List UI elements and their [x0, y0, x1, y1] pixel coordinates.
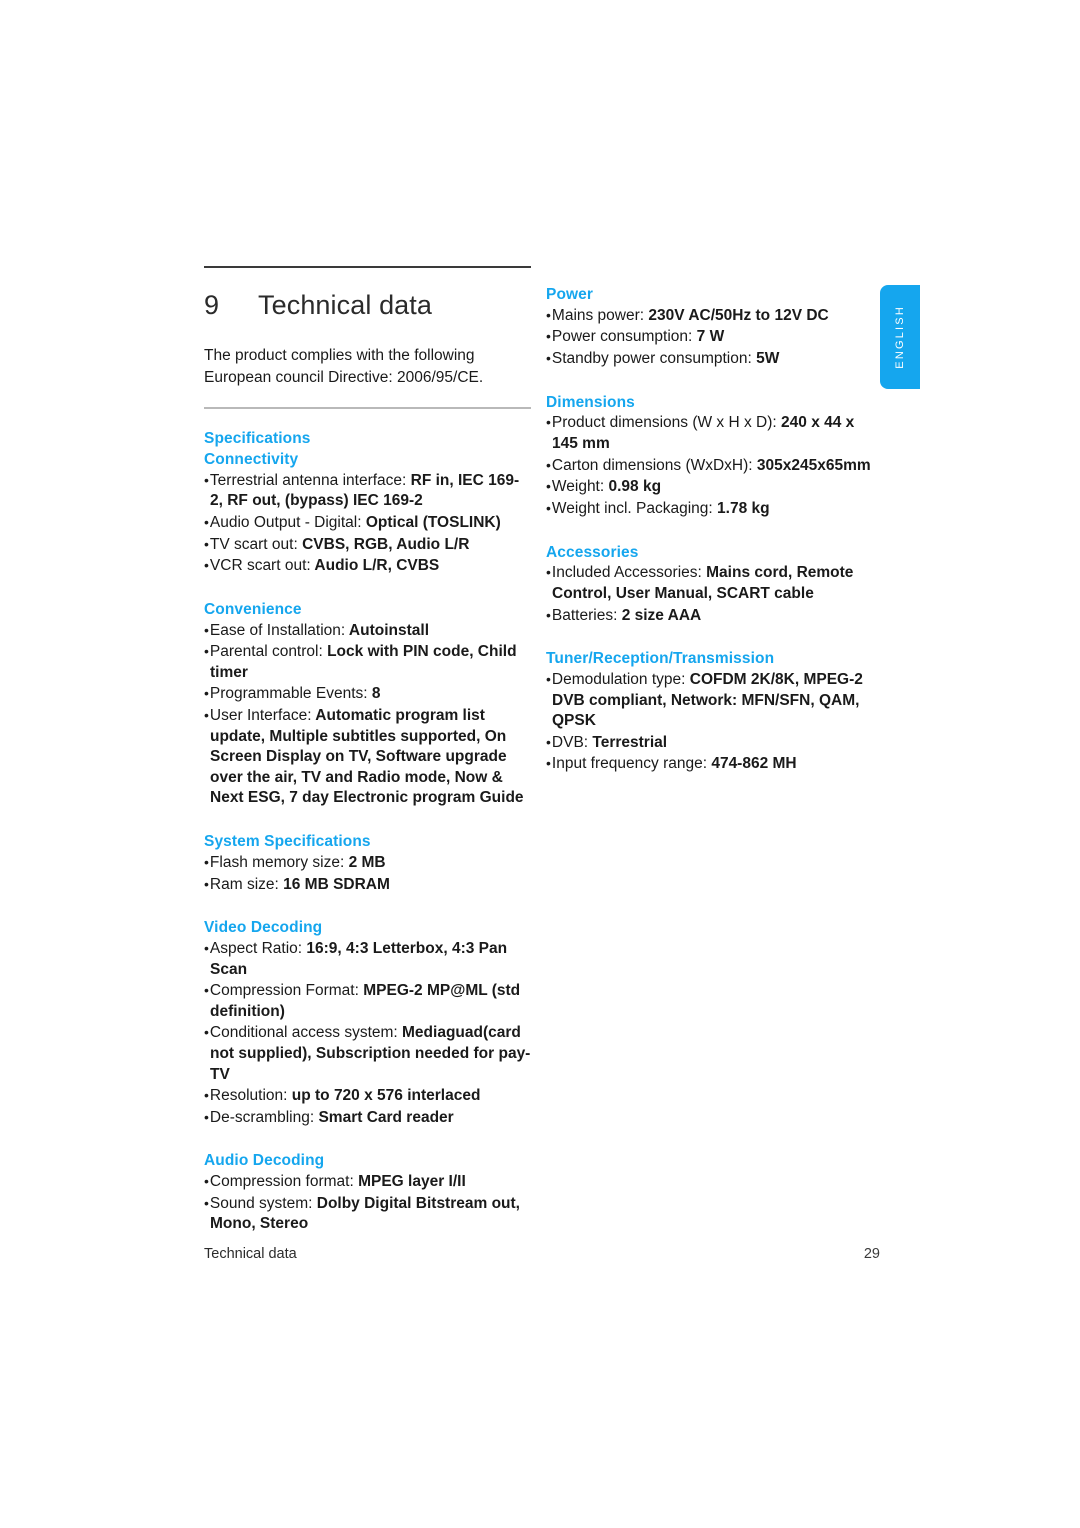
spec-value: Lock with PIN code, Child timer — [210, 643, 517, 681]
section-heading-dimensions: Dimensions — [546, 393, 635, 411]
list-item: Power consumption: 7 W — [546, 327, 876, 348]
section-heading-accessories: Accessories — [546, 543, 639, 561]
spec-value: 230V AC/50Hz to 12V DC — [644, 306, 829, 324]
spec-value: Autoinstall — [345, 621, 429, 639]
list-item: Resolution: up to 720 x 576 interlaced — [204, 1086, 531, 1107]
language-tab-label: ENGLISH — [894, 305, 906, 369]
spec-value: 2 size AAA — [617, 606, 702, 624]
spec-value: 1.78 kg — [712, 499, 770, 517]
list-item: Terrestrial antenna interface: RF in, IE… — [204, 471, 531, 512]
chapter-title-text: Technical data — [258, 290, 433, 320]
list-item: Audio Output - Digital: Optical (TOSLINK… — [204, 513, 531, 534]
section-heading-system-specifications: System Specifications — [204, 833, 371, 851]
list-item: Carton dimensions (WxDxH): 305x245x65mm — [546, 456, 876, 477]
spec-value: 7 W — [692, 328, 725, 346]
list-item: Compression format: MPEG layer I/II — [204, 1172, 531, 1193]
list-item: Compression Format: MPEG-2 MP@ML (std de… — [204, 981, 531, 1022]
document-page: ENGLISH 9 Technical data The product com… — [0, 0, 1080, 1528]
list-item: Ram size: 16 MB SDRAM — [204, 875, 531, 896]
list-item: Flash memory size: 2 MB — [204, 853, 531, 874]
spec-value: 240 x 44 x 145 mm — [552, 414, 855, 453]
page-footer: Technical data 29 — [204, 1246, 880, 1262]
spec-value: MPEG layer I/II — [353, 1173, 466, 1191]
language-tab: ENGLISH — [880, 285, 920, 389]
list-item: Aspect Ratio: 16:9, 4:3 Letterbox, 4:3 P… — [204, 939, 531, 980]
chapter-rule-bottom — [204, 407, 531, 410]
list-item: Programmable Events: 8 — [204, 684, 531, 705]
list-item: Conditional access system: Mediaguad(car… — [204, 1023, 531, 1085]
spec-value: COFDM 2K/8K, MPEG-2 DVB compliant, Netwo… — [552, 671, 863, 730]
spec-value: Mediaguad(card not supplied), Subscripti… — [210, 1024, 531, 1083]
list-item: Demodulation type: COFDM 2K/8K, MPEG-2 D… — [546, 670, 876, 732]
list-item: DVB: Terrestrial — [546, 733, 876, 754]
spec-value: 0.98 kg — [604, 478, 662, 496]
list-item: TV scart out: CVBS, RGB, Audio L/R — [204, 535, 531, 556]
section-heading-video-decoding: Video Decoding — [204, 919, 323, 937]
spec-list-video-decoding: Aspect Ratio: 16:9, 4:3 Letterbox, 4:3 P… — [204, 939, 531, 1128]
list-item: Input frequency range: 474-862 MH — [546, 754, 876, 775]
spec-value: 305x245x65mm — [752, 456, 871, 474]
chapter-number: 9 — [204, 290, 220, 320]
spec-value: RF in, IEC 169-2, RF out, (bypass) IEC 1… — [210, 471, 520, 510]
page-title: 9 Technical data — [204, 290, 531, 321]
section-heading-specifications: Specifications — [204, 430, 311, 448]
list-item: VCR scart out: Audio L/R, CVBS — [204, 556, 531, 577]
spec-list-accessories: Included Accessories: Mains cord, Remote… — [546, 563, 876, 626]
spec-value: 5W — [751, 350, 780, 368]
spec-value: Mains cord, Remote Control, User Manual,… — [552, 564, 854, 602]
spec-value: 8 — [367, 685, 381, 703]
spec-value: 474-862 MH — [707, 755, 797, 773]
left-column: 9 Technical data The product complies wi… — [204, 266, 531, 1236]
list-item: Mains power: 230V AC/50Hz to 12V DC — [546, 306, 876, 327]
list-item: Weight: 0.98 kg — [546, 477, 876, 498]
spec-value: Optical (TOSLINK) — [361, 513, 501, 531]
section-heading-power: Power — [546, 286, 594, 303]
spec-list-system-specifications: Flash memory size: 2 MB Ram size: 16 MB … — [204, 853, 531, 895]
section-heading-tuner-reception-transmission: Tuner/Reception/Transmission — [546, 650, 775, 668]
list-item: Included Accessories: Mains cord, Remote… — [546, 563, 876, 604]
spec-value: 2 MB — [344, 853, 386, 871]
chapter-rule-top — [204, 266, 531, 268]
spec-list-power: Mains power: 230V AC/50Hz to 12V DC Powe… — [546, 306, 876, 370]
section-heading-convenience: Convenience — [204, 600, 302, 618]
spec-value: Smart Card reader — [314, 1108, 454, 1126]
section-heading-audio-decoding: Audio Decoding — [204, 1152, 325, 1170]
list-item: Product dimensions (W x H x D): 240 x 44… — [546, 413, 876, 454]
list-item: User Interface: Automatic program list u… — [204, 706, 531, 809]
spec-list-connectivity: Terrestrial antenna interface: RF in, IE… — [204, 471, 531, 577]
spec-list-convenience: Ease of Installation: Autoinstall Parent… — [204, 621, 531, 809]
footer-page-number: 29 — [863, 1246, 880, 1262]
list-item: Parental control: Lock with PIN code, Ch… — [204, 642, 531, 683]
section-heading-connectivity: Connectivity — [204, 450, 299, 468]
spec-list-audio-decoding: Compression format: MPEG layer I/II Soun… — [204, 1172, 531, 1235]
spec-value: up to 720 x 576 interlaced — [287, 1087, 481, 1105]
spec-value: Audio L/R, CVBS — [310, 557, 440, 575]
list-item: Batteries: 2 size AAA — [546, 606, 876, 627]
footer-chapter-label: Technical data — [204, 1246, 297, 1262]
spec-value: Automatic program list update, Multiple … — [210, 707, 524, 807]
list-item: Ease of Installation: Autoinstall — [204, 621, 531, 642]
list-item: De-scrambling: Smart Card reader — [204, 1108, 531, 1129]
list-item: Sound system: Dolby Digital Bitstream ou… — [204, 1194, 531, 1235]
list-item: Standby power consumption: 5W — [546, 349, 876, 370]
spec-value: CVBS, RGB, Audio L/R — [297, 535, 470, 553]
spec-list-dimensions: Product dimensions (W x H x D): 240 x 44… — [546, 413, 876, 519]
spec-value: 16:9, 4:3 Letterbox, 4:3 Pan Scan — [210, 939, 508, 978]
spec-value: Terrestrial — [588, 733, 668, 751]
chapter-intro: The product complies with the following … — [204, 347, 484, 387]
spec-value: MPEG-2 MP@ML (std definition) — [210, 982, 521, 1020]
spec-value: 16 MB SDRAM — [278, 875, 390, 893]
right-column: Power Mains power: 230V AC/50Hz to 12V D… — [546, 285, 876, 776]
spec-list-tuner-reception-transmission: Demodulation type: COFDM 2K/8K, MPEG-2 D… — [546, 670, 876, 775]
list-item: Weight incl. Packaging: 1.78 kg — [546, 499, 876, 520]
spec-value: Dolby Digital Bitstream out, Mono, Stere… — [210, 1194, 520, 1233]
